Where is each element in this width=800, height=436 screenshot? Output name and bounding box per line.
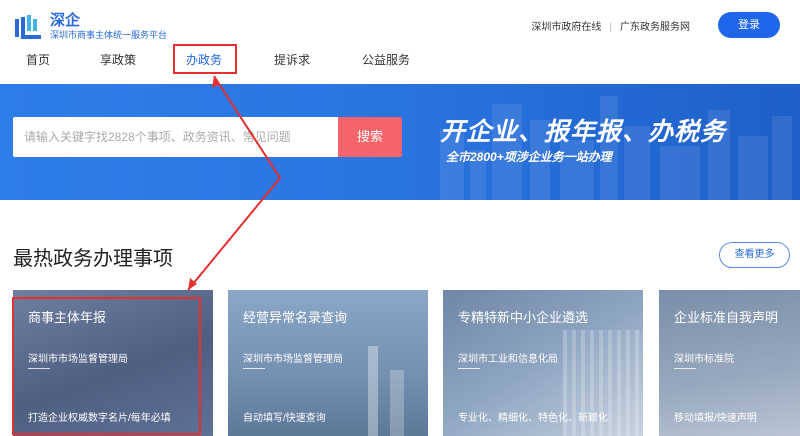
- card-annotation-box: [12, 297, 201, 435]
- logo-icon[interactable]: [12, 9, 46, 43]
- top-links: 深圳市政府在线 | 广东政务服务网: [531, 18, 690, 33]
- card-divider: [243, 368, 265, 369]
- card-org: 深圳市标准院: [674, 354, 734, 365]
- nav-item-policy[interactable]: 享政策: [100, 50, 136, 70]
- service-card-standard-declaration[interactable]: 企业标准自我声明 深圳市标准院 移动填报/快速声明: [659, 290, 800, 436]
- card-org: 深圳市市场监督管理局: [243, 354, 343, 365]
- card-divider: [458, 368, 480, 369]
- card-desc: 移动填报/快速声明: [674, 413, 757, 424]
- top-header: 深企 深圳市商事主体统一服务平台 深圳市政府在线 | 广东政务服务网 登录: [0, 0, 800, 50]
- nav-item-appeals[interactable]: 提诉求: [274, 50, 310, 70]
- view-more-button[interactable]: 查看更多: [719, 242, 790, 268]
- link-gd-service[interactable]: 广东政务服务网: [620, 22, 690, 33]
- card-desc: 自动填写/快速查询: [243, 413, 326, 424]
- building-shape: [660, 146, 700, 200]
- search-input[interactable]: 请输入关键字找2828个事项、政务资讯、常见问题: [13, 117, 338, 157]
- tower-shape: [390, 370, 404, 436]
- logo-subtitle: 深圳市商事主体统一服务平台: [50, 30, 168, 40]
- card-desc: 专业化、精细化、特色化、新颖化: [458, 413, 608, 424]
- logo-title[interactable]: 深企: [50, 9, 80, 30]
- hero-banner: 请输入关键字找2828个事项、政务资讯、常见问题 搜索 开企业、报年报、办税务 …: [0, 84, 800, 200]
- link-separator: |: [609, 22, 612, 33]
- banner-slogan-sub: 全市2800+项涉企业务一站办理: [446, 150, 612, 164]
- building-shape: [772, 116, 792, 200]
- search-button[interactable]: 搜索: [338, 117, 402, 157]
- banner-slogan: 开企业、报年报、办税务: [440, 118, 727, 146]
- card-title: 经营异常名录查询: [243, 310, 348, 325]
- link-sz-gov[interactable]: 深圳市政府在线: [531, 22, 601, 33]
- main-nav: 首页 享政策 办政务 提诉求 公益服务: [0, 50, 800, 74]
- tower-shape: [368, 346, 378, 436]
- service-card-sme-selection[interactable]: 专精特新中小企业遴选 深圳市工业和信息化局 专业化、精细化、特色化、新颖化: [443, 290, 643, 436]
- card-title: 专精特新中小企业遴选: [458, 310, 589, 325]
- card-divider: [674, 368, 696, 369]
- section-title: 最热政务办理事项: [13, 248, 173, 270]
- building-shape: [738, 136, 768, 200]
- nav-annotation-box: [173, 44, 237, 74]
- nav-item-home[interactable]: 首页: [26, 50, 50, 70]
- card-title: 企业标准自我声明: [674, 310, 779, 325]
- service-card-abnormal-list[interactable]: 经营异常名录查询 深圳市市场监督管理局 自动填写/快速查询: [228, 290, 428, 436]
- nav-item-public-service[interactable]: 公益服务: [362, 50, 410, 70]
- card-org: 深圳市工业和信息化局: [458, 354, 558, 365]
- login-button[interactable]: 登录: [718, 12, 780, 38]
